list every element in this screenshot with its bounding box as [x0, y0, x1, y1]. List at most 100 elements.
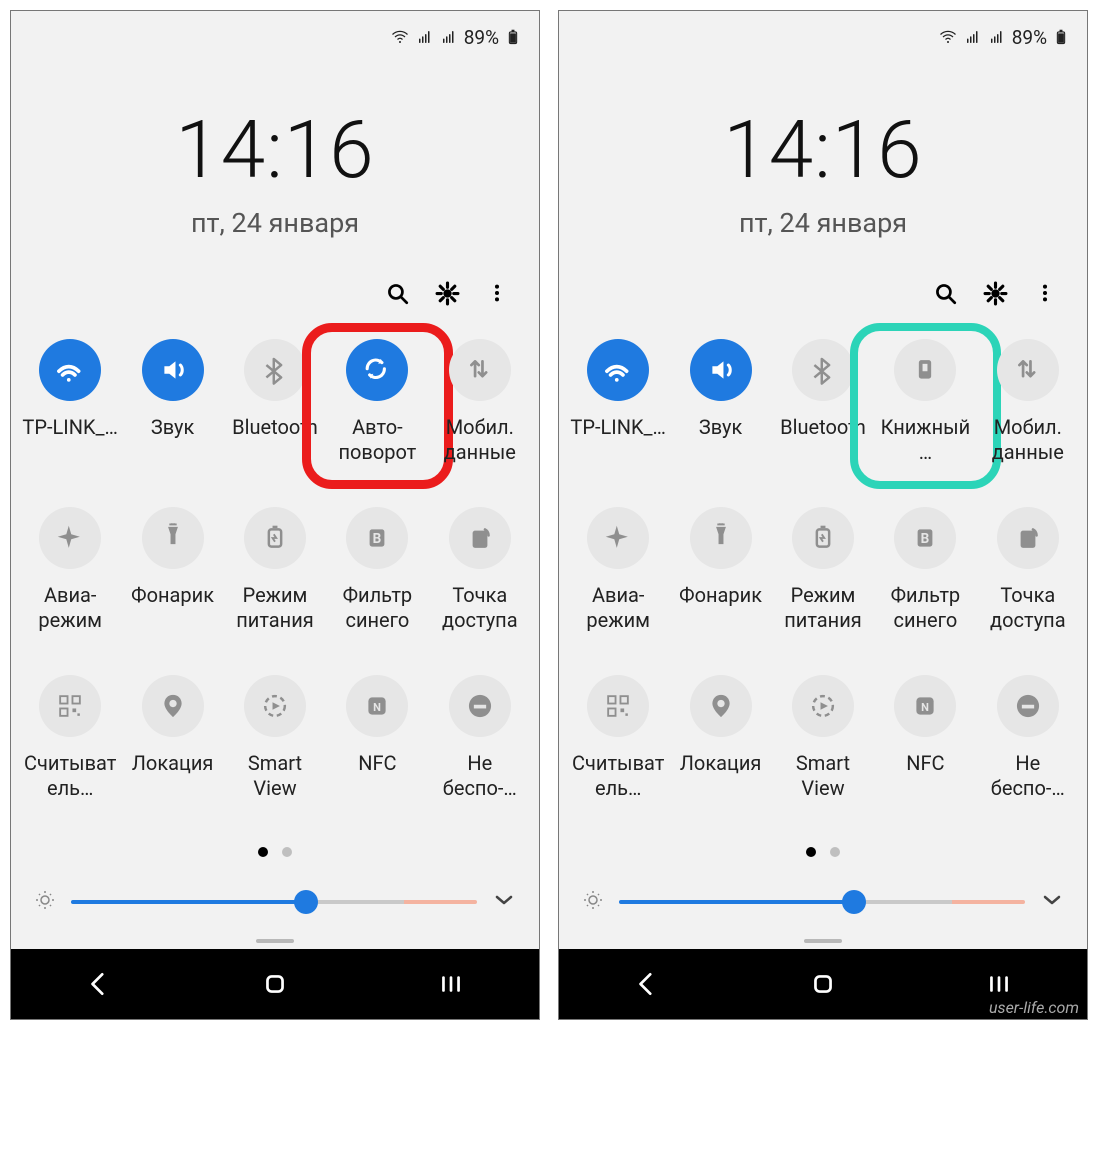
tile-label: Bluetooth — [227, 415, 323, 440]
tile-label: Звук — [673, 415, 769, 440]
nfc-toggle[interactable] — [346, 675, 408, 737]
signal-icon — [416, 28, 434, 46]
torch-toggle[interactable] — [142, 507, 204, 569]
sound-toggle[interactable] — [690, 339, 752, 401]
nfc-toggle[interactable] — [894, 675, 956, 737]
nav-home[interactable] — [240, 962, 310, 1006]
portrait-toggle[interactable] — [894, 339, 956, 401]
qs-tile-wifi: TP-LINK_… — [19, 339, 121, 465]
panel-handle[interactable] — [11, 935, 539, 949]
page-dot[interactable] — [806, 847, 816, 857]
page-dot[interactable] — [258, 847, 268, 857]
tile-label: Авто-поворот — [329, 415, 425, 465]
battery-icon — [505, 26, 521, 48]
data-toggle[interactable] — [449, 339, 511, 401]
sound-toggle[interactable] — [142, 339, 204, 401]
qs-tiles-left: TP-LINK_…ЗвукBluetoothАвто-поворотМобил.… — [11, 339, 539, 801]
more-button[interactable] — [1031, 279, 1059, 307]
battery-icon — [1053, 26, 1069, 48]
search-button[interactable] — [383, 279, 411, 307]
location-toggle[interactable] — [142, 675, 204, 737]
brightness-row — [11, 857, 539, 935]
bluetooth-toggle[interactable] — [244, 339, 306, 401]
dnd-toggle[interactable] — [449, 675, 511, 737]
smartview-toggle[interactable] — [244, 675, 306, 737]
tile-label: Фильтр синего — [877, 583, 973, 633]
smartview-toggle[interactable] — [792, 675, 854, 737]
power-toggle[interactable] — [244, 507, 306, 569]
brightness-slider[interactable] — [71, 896, 477, 908]
settings-button[interactable] — [981, 279, 1009, 307]
qs-tiles-right: TP-LINK_…ЗвукBluetoothКнижный…Мобил. дан… — [559, 339, 1087, 801]
wifi-status-icon — [390, 27, 410, 47]
scanner-toggle[interactable] — [39, 675, 101, 737]
hotspot-toggle[interactable] — [997, 507, 1059, 569]
dnd-toggle[interactable] — [997, 675, 1059, 737]
hotspot-toggle[interactable] — [449, 507, 511, 569]
tile-label: Звук — [125, 415, 221, 440]
qs-tile-power: Режим питания — [224, 507, 326, 633]
signal-icon — [988, 28, 1006, 46]
qs-tile-sound: Звук — [669, 339, 771, 465]
qs-tile-torch: Фонарик — [669, 507, 771, 633]
expand-brightness[interactable] — [1039, 887, 1065, 917]
torch-toggle[interactable] — [690, 507, 752, 569]
tile-label: Авиа-режим — [22, 583, 118, 633]
tile-label: NFC — [329, 751, 425, 776]
page-dot[interactable] — [830, 847, 840, 857]
wifi-toggle[interactable] — [587, 339, 649, 401]
qs-tile-torch: Фонарик — [121, 507, 223, 633]
nav-recent[interactable] — [416, 962, 486, 1006]
qs-tile-smartview: Smart View — [772, 675, 874, 801]
more-button[interactable] — [483, 279, 511, 307]
brightness-slider[interactable] — [619, 896, 1025, 908]
qs-tile-location: Локация — [121, 675, 223, 801]
qs-tile-nfc: NFC — [326, 675, 428, 801]
airplane-toggle[interactable] — [39, 507, 101, 569]
tile-label: Не беспо-… — [432, 751, 528, 801]
search-button[interactable] — [931, 279, 959, 307]
nav-home[interactable] — [788, 962, 858, 1006]
bluelight-toggle[interactable] — [894, 507, 956, 569]
qs-tile-hotspot: Точка доступа — [977, 507, 1079, 633]
rotate-toggle[interactable] — [346, 339, 408, 401]
settings-button[interactable] — [433, 279, 461, 307]
clock-time: 14:16 — [11, 103, 539, 197]
tile-label: Фильтр синего — [329, 583, 425, 633]
tile-label: Smart View — [775, 751, 871, 801]
scanner-toggle[interactable] — [587, 675, 649, 737]
nav-back[interactable] — [64, 962, 134, 1006]
data-toggle[interactable] — [997, 339, 1059, 401]
qs-tile-dnd: Не беспо-… — [977, 675, 1079, 801]
qs-tile-sound: Звук — [121, 339, 223, 465]
battery-percent: 89% — [464, 26, 499, 49]
signal-icon — [964, 28, 982, 46]
tile-label: Не беспо-… — [980, 751, 1076, 801]
status-bar: 89% — [559, 11, 1087, 63]
location-toggle[interactable] — [690, 675, 752, 737]
brightness-row — [559, 857, 1087, 935]
tile-label: Фонарик — [673, 583, 769, 608]
tile-label: Считыватель… — [22, 751, 118, 801]
wifi-toggle[interactable] — [39, 339, 101, 401]
tile-label: Локация — [125, 751, 221, 776]
brightness-icon — [33, 888, 57, 916]
tile-label: Мобил. данные — [980, 415, 1076, 465]
expand-brightness[interactable] — [491, 887, 517, 917]
page-dot[interactable] — [282, 847, 292, 857]
qs-tile-bluetooth: Bluetooth — [772, 339, 874, 465]
tile-label: Считыватель… — [570, 751, 666, 801]
tile-label: Bluetooth — [775, 415, 871, 440]
qs-tile-airplane: Авиа-режим — [567, 507, 669, 633]
qs-tile-location: Локация — [669, 675, 771, 801]
tile-label: Точка доступа — [432, 583, 528, 633]
clock-area: 14:16 пт, 24 января — [559, 63, 1087, 259]
airplane-toggle[interactable] — [587, 507, 649, 569]
wifi-status-icon — [938, 27, 958, 47]
bluetooth-toggle[interactable] — [792, 339, 854, 401]
power-toggle[interactable] — [792, 507, 854, 569]
nav-back[interactable] — [612, 962, 682, 1006]
qs-tile-airplane: Авиа-режим — [19, 507, 121, 633]
panel-handle[interactable] — [559, 935, 1087, 949]
bluelight-toggle[interactable] — [346, 507, 408, 569]
